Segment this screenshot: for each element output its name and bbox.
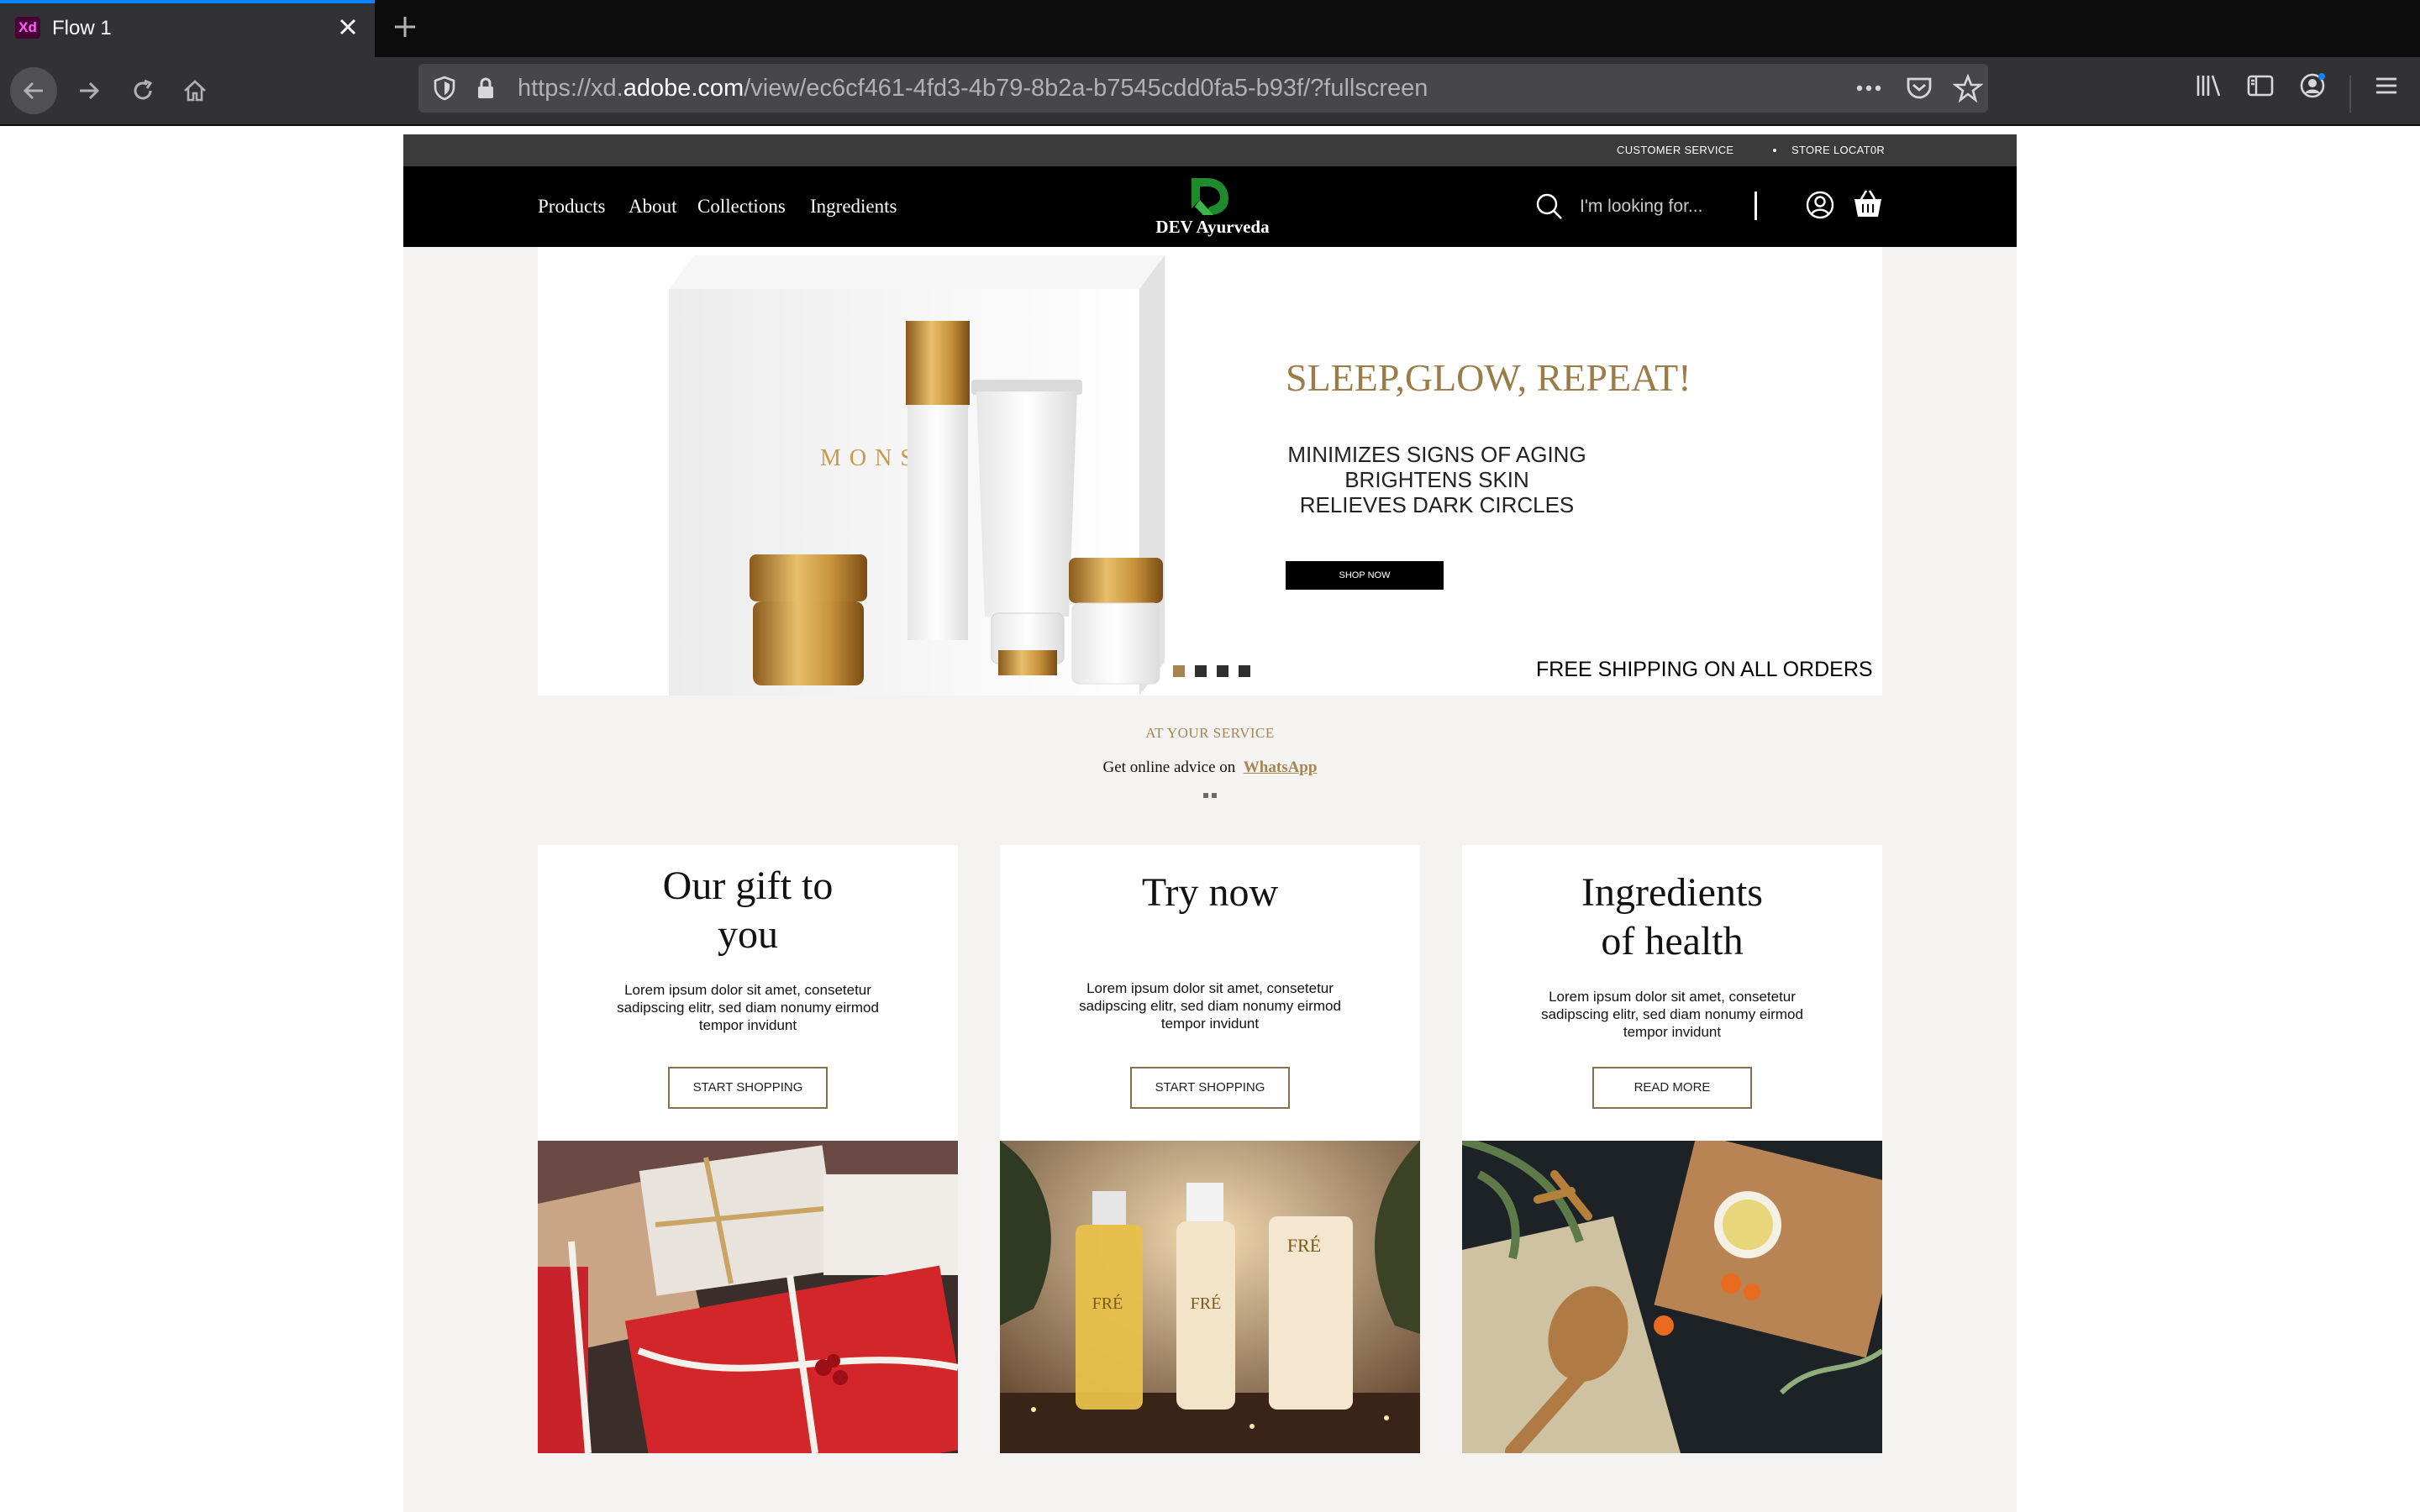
url-text[interactable]: https://xd.adobe.com/view/ec6cf461-4fd3-… bbox=[518, 76, 1428, 101]
nav-about[interactable]: About bbox=[629, 195, 677, 218]
card-text: Lorem ipsum dolor sit amet, consetetur s… bbox=[1541, 989, 1803, 1040]
product-brand-text: FRÉ bbox=[1092, 1294, 1123, 1313]
card-title-line: you bbox=[718, 912, 778, 957]
logo-text[interactable]: DEV Ayurveda bbox=[1150, 217, 1276, 237]
tracking-shield-icon[interactable] bbox=[432, 75, 457, 102]
bookmark-star-icon[interactable] bbox=[1953, 74, 1983, 102]
tab-title: Flow 1 bbox=[52, 17, 112, 39]
tab-accent-bar bbox=[0, 0, 375, 3]
shop-now-button[interactable]: SHOP NOW bbox=[1286, 561, 1444, 590]
close-tab-icon[interactable] bbox=[333, 12, 363, 42]
whatsapp-link[interactable]: WhatsApp bbox=[1244, 759, 1318, 776]
reload-button[interactable] bbox=[119, 67, 166, 114]
address-bar[interactable]: https://xd.adobe.com/view/ec6cf461-4fd3-… bbox=[418, 64, 1988, 113]
carousel-dot-active[interactable] bbox=[1173, 665, 1185, 677]
search-input[interactable]: I'm looking for... bbox=[1580, 195, 1702, 218]
hero-feature: BRIGHTENS SKIN bbox=[1344, 467, 1529, 492]
hero-feature: MINIMIZES SIGNS OF AGING bbox=[1287, 442, 1586, 467]
hero-banner: MONSA SLEEP,GLOW, REPEAT! MINIMIZES SIGN… bbox=[538, 247, 1882, 696]
utility-bar: CUSTOMER SERVICE STORE LOCAT0R bbox=[403, 134, 2017, 166]
home-button[interactable] bbox=[171, 67, 218, 114]
card-title-line: Ingredients bbox=[1581, 870, 1763, 915]
card-title: Try now bbox=[1034, 869, 1386, 917]
card-title-line: of health bbox=[1601, 919, 1744, 963]
dot bbox=[1212, 793, 1217, 798]
store-locator-link[interactable]: STORE LOCAT0R bbox=[1791, 143, 1885, 158]
dev-ayurveda-logo-icon[interactable] bbox=[1185, 175, 1235, 218]
start-shopping-button[interactable]: START SHOPPING bbox=[1130, 1067, 1290, 1109]
card-gift: Our gift to you Lorem ipsum dolor sit am… bbox=[538, 845, 958, 1453]
hero-feature: RELIEVES DARK CIRCLES bbox=[1299, 492, 1575, 517]
reload-icon bbox=[134, 79, 153, 100]
shopping-basket-icon[interactable] bbox=[1852, 188, 1884, 220]
product-brand-text: FRÉ bbox=[1191, 1294, 1222, 1313]
customer-service-link[interactable]: CUSTOMER SERVICE bbox=[1617, 143, 1733, 158]
hero-product-image: MONSA bbox=[669, 255, 1223, 696]
hamburger-menu-icon[interactable] bbox=[2371, 71, 2402, 101]
service-text: Get online advice on bbox=[1102, 759, 1236, 776]
card-ingredients: Ingredients of health Lorem ipsum dolor … bbox=[1462, 845, 1882, 1453]
tab-strip: Xd Flow 1 bbox=[0, 0, 2420, 57]
dot bbox=[1203, 793, 1208, 798]
nav-collections[interactable]: Collections bbox=[697, 195, 786, 218]
account-icon[interactable] bbox=[2297, 71, 2328, 101]
card-title: Ingredients of health bbox=[1496, 869, 1849, 966]
carousel-dot[interactable] bbox=[1239, 665, 1250, 677]
back-button[interactable] bbox=[10, 67, 57, 114]
card-title-line: Our gift to bbox=[662, 864, 834, 908]
body-products-image: FRÉ FRÉ FRÉ bbox=[1000, 1141, 1420, 1453]
card-try-now: Try now Lorem ipsum dolor sit amet, cons… bbox=[1000, 845, 1420, 1453]
read-more-button[interactable]: READ MORE bbox=[1592, 1067, 1752, 1109]
free-shipping-banner: FREE SHIPPING ON ALL ORDERS bbox=[1536, 658, 1873, 681]
start-shopping-button[interactable]: START SHOPPING bbox=[668, 1067, 828, 1109]
service-line: Get online advice on WhatsApp bbox=[403, 758, 2017, 778]
page-actions-icon[interactable] bbox=[1852, 74, 1886, 102]
arrow-left-icon bbox=[23, 81, 43, 100]
toolbar-divider bbox=[2349, 76, 2351, 113]
home-icon bbox=[184, 80, 206, 102]
search-icon[interactable] bbox=[1534, 192, 1565, 222]
search-divider bbox=[1754, 192, 1757, 220]
card-text: Lorem ipsum dolor sit amet, consetetur s… bbox=[1079, 980, 1341, 1032]
user-account-icon[interactable] bbox=[1805, 190, 1835, 220]
nav-products[interactable]: Products bbox=[538, 195, 606, 218]
forward-button[interactable] bbox=[66, 67, 113, 114]
site-header: Products About Collections Ingredients D… bbox=[403, 166, 2017, 247]
card-title-line: Try now bbox=[1141, 870, 1279, 915]
separator-dot bbox=[1773, 149, 1776, 152]
carousel-dots bbox=[1173, 665, 1250, 677]
card-text: Lorem ipsum dolor sit amet, consetetur s… bbox=[617, 982, 879, 1033]
website-canvas: CUSTOMER SERVICE STORE LOCAT0R Products … bbox=[403, 134, 2017, 1512]
pocket-icon[interactable] bbox=[1904, 74, 1934, 102]
carousel-dot[interactable] bbox=[1195, 665, 1207, 677]
hero-feature-list: MINIMIZES SIGNS OF AGING BRIGHTENS SKIN … bbox=[1260, 442, 1613, 517]
carousel-dot[interactable] bbox=[1217, 665, 1228, 677]
lock-icon[interactable] bbox=[474, 75, 497, 102]
product-brand-text: FRÉ bbox=[1287, 1235, 1321, 1256]
card-title: Our gift to you bbox=[571, 862, 924, 959]
active-tab[interactable]: Xd Flow 1 bbox=[0, 0, 375, 57]
library-icon[interactable] bbox=[2193, 71, 2223, 101]
service-kicker: AT YOUR SERVICE bbox=[1145, 725, 1275, 741]
arrow-right-icon bbox=[80, 81, 100, 100]
hero-headline: SLEEP,GLOW, REPEAT! bbox=[1286, 356, 1691, 399]
adobe-xd-icon: Xd bbox=[15, 17, 40, 39]
nav-ingredients[interactable]: Ingredients bbox=[810, 195, 897, 218]
turmeric-ingredients-image bbox=[1462, 1141, 1882, 1453]
sidebar-icon[interactable] bbox=[2245, 71, 2275, 101]
gift-boxes-image bbox=[538, 1141, 958, 1453]
new-tab-icon[interactable] bbox=[388, 10, 422, 44]
service-dots bbox=[1203, 793, 1217, 798]
browser-toolbar: https://xd.adobe.com/view/ec6cf461-4fd3-… bbox=[0, 57, 2420, 126]
